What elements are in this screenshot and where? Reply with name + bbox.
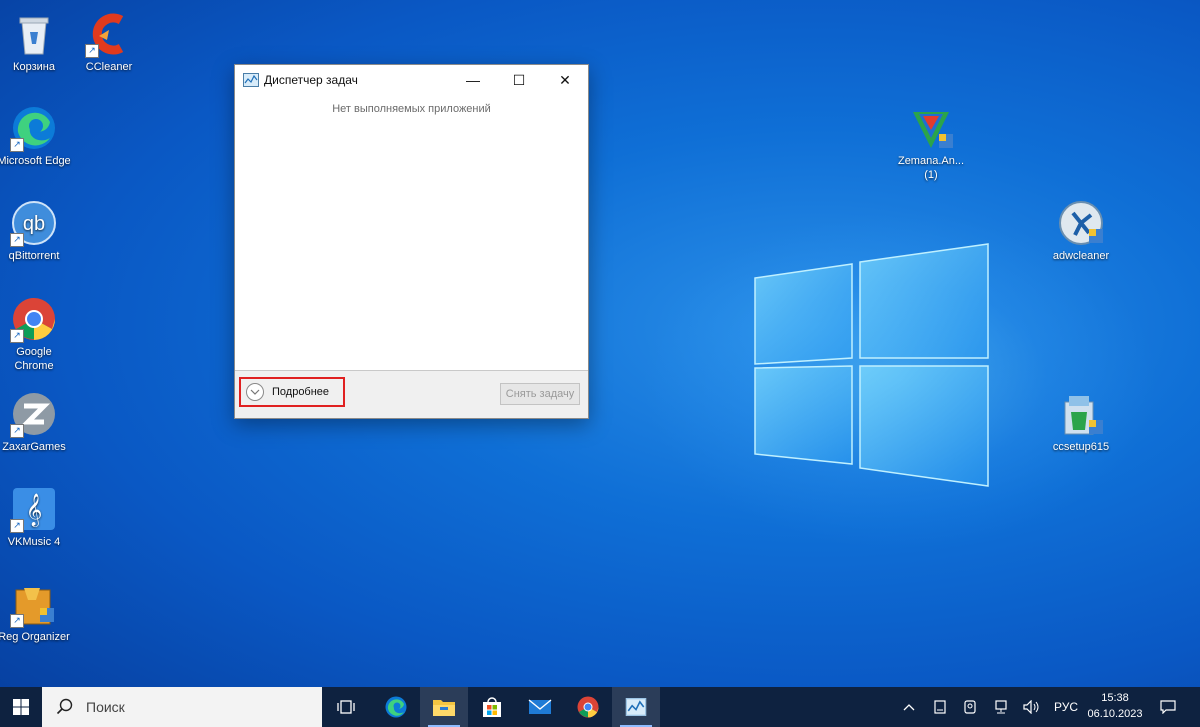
search-icon [56, 698, 73, 715]
desktop-icon-ccsetup[interactable]: ccsetup615 [1043, 390, 1119, 454]
task-view-icon [337, 700, 355, 714]
shortcut-arrow-icon: ↗ [10, 519, 24, 533]
desktop-icon-vkmusic[interactable]: 𝄞 ↗ VKMusic 4 [0, 485, 72, 549]
desktop-icon-recycle-bin[interactable]: Корзина [0, 10, 72, 74]
start-button[interactable] [0, 687, 42, 727]
desktop-icon-label: Корзина [13, 61, 55, 73]
shortcut-arrow-icon: ↗ [10, 424, 24, 438]
desktop-icon-label: Zemana.An... (1) [897, 155, 965, 181]
windows-start-icon [13, 699, 29, 715]
minimize-button[interactable]: — [450, 65, 496, 95]
shortcut-arrow-icon: ↗ [10, 233, 24, 247]
file-explorer-icon [433, 700, 455, 716]
chevron-up-icon [903, 704, 915, 711]
chevron-down-icon [246, 383, 264, 401]
volume-icon [1023, 700, 1039, 714]
end-task-button[interactable]: Снять задачу [500, 383, 580, 405]
desktop-icon-qbittorrent[interactable]: qb ↗ qBittorrent [0, 199, 72, 263]
close-button[interactable]: ✕ [542, 65, 588, 95]
task-manager-icon [243, 73, 259, 87]
mail-icon [528, 699, 552, 714]
desktop-icon-zemana[interactable]: Zemana.An... (1) [893, 104, 969, 182]
recycle-bin-icon [10, 10, 58, 58]
taskbar: Поиск РУС 15:38 06.10.2023 [0, 687, 1200, 727]
desktop-icon-label: ZaxarGames [2, 441, 66, 453]
desktop-icon-label: Google Chrome [14, 346, 54, 372]
windows-wallpaper-logo [754, 243, 989, 487]
tray-volume-button[interactable] [1021, 687, 1043, 727]
clock-time: 15:38 [1101, 692, 1129, 704]
edge-icon [385, 696, 407, 718]
tray-network-button[interactable] [990, 687, 1012, 727]
search-placeholder: Поиск [86, 699, 125, 715]
more-details-button[interactable]: Подробнее [239, 377, 345, 407]
desktop-icon-ccleaner[interactable]: ↗ CCleaner [71, 10, 147, 74]
more-details-label: Подробнее [272, 386, 330, 398]
close-icon: ✕ [559, 71, 571, 88]
desktop-icon-label: CCleaner [85, 61, 133, 73]
task-view-button[interactable] [322, 687, 370, 727]
desktop-icon-label: adwcleaner [1052, 250, 1110, 262]
taskbar-chrome-button[interactable] [564, 687, 612, 727]
qbittorrent-icon: qb ↗ [10, 199, 58, 247]
adwcleaner-icon [1057, 199, 1105, 247]
zaxargames-icon: ↗ [10, 390, 58, 438]
reg-organizer-icon: ↗ [10, 580, 58, 628]
shortcut-arrow-icon: ↗ [85, 44, 99, 58]
shortcut-arrow-icon: ↗ [10, 329, 24, 343]
chrome-icon: ↗ [10, 295, 58, 343]
notifications-icon [1160, 700, 1176, 714]
chrome-icon [577, 696, 599, 718]
svg-text:𝄞: 𝄞 [26, 493, 43, 527]
taskbar-edge-button[interactable] [372, 687, 420, 727]
desktop-icon-label: Microsoft Edge [0, 155, 71, 167]
desktop-icon-label: qBittorrent [8, 250, 60, 262]
maximize-button[interactable]: ☐ [496, 65, 542, 95]
language-indicator[interactable]: РУС [1050, 687, 1082, 727]
edge-icon: ↗ [10, 104, 58, 152]
empty-apps-message: Нет выполняемых приложений [332, 103, 491, 115]
task-manager-footer: Подробнее Снять задачу [235, 371, 588, 418]
clock-date: 06.10.2023 [1087, 708, 1143, 720]
ccsetup-icon [1057, 390, 1105, 438]
tray-notes-button[interactable] [929, 687, 951, 727]
task-manager-icon [625, 698, 647, 716]
taskbar-mail-button[interactable] [516, 687, 564, 727]
title-bar[interactable]: Диспетчер задач — ☐ ✕ [235, 65, 588, 95]
desktop-icon-adwcleaner[interactable]: adwcleaner [1043, 199, 1119, 263]
desktop-icon-label: ccsetup615 [1052, 441, 1110, 453]
window-title: Диспетчер задач [264, 73, 358, 87]
taskbar-task-manager-button[interactable] [612, 687, 660, 727]
tray-security-button[interactable] [959, 687, 981, 727]
desktop-icon-label: Reg Organizer [0, 631, 70, 643]
notepad-icon [934, 700, 946, 714]
notifications-button[interactable] [1156, 687, 1180, 727]
svg-text:qb: qb [23, 213, 45, 235]
vkmusic-icon: 𝄞 ↗ [10, 485, 58, 533]
desktop-icon-edge[interactable]: ↗ Microsoft Edge [0, 104, 72, 168]
ccleaner-icon: ↗ [85, 10, 133, 58]
desktop-icon-chrome[interactable]: ↗ Google Chrome [0, 295, 72, 373]
taskbar-store-button[interactable] [468, 687, 516, 727]
task-manager-window[interactable]: Диспетчер задач — ☐ ✕ Нет выполняемых пр… [234, 64, 589, 419]
desktop-icon-zaxargames[interactable]: ↗ ZaxarGames [0, 390, 72, 454]
minimize-icon: — [466, 72, 480, 88]
desktop-icon-reg-organizer[interactable]: ↗ Reg Organizer [0, 580, 72, 644]
network-icon [995, 700, 1007, 714]
security-icon [964, 700, 976, 714]
shortcut-arrow-icon: ↗ [10, 614, 24, 628]
taskbar-file-explorer-button[interactable] [420, 687, 468, 727]
show-hidden-icons-button[interactable] [897, 687, 921, 727]
microsoft-store-icon [483, 697, 501, 717]
shortcut-arrow-icon: ↗ [10, 138, 24, 152]
zemana-icon [907, 104, 955, 152]
desktop-icon-label: VKMusic 4 [7, 536, 61, 548]
maximize-icon: ☐ [512, 71, 526, 88]
taskbar-clock[interactable]: 15:38 06.10.2023 [1084, 690, 1146, 722]
taskbar-search-box[interactable]: Поиск [42, 687, 322, 727]
